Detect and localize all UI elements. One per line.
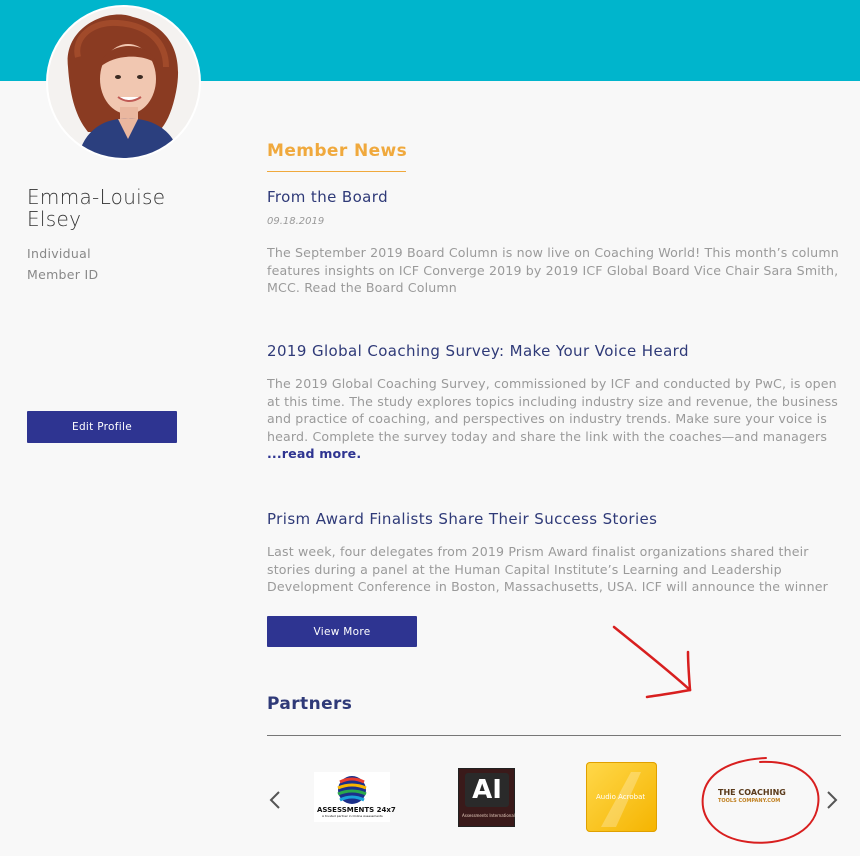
partner-tagline: Assessments International xyxy=(462,813,515,818)
profile-avatar xyxy=(48,7,199,158)
carousel-next-button[interactable] xyxy=(823,788,841,812)
member-name: Emma-Louise Elsey xyxy=(27,185,166,231)
chevron-left-icon xyxy=(269,791,280,809)
news-item-date: 09.18.2019 xyxy=(267,216,325,227)
partner-logo-assessments-international[interactable]: AI Assessments International xyxy=(458,768,515,827)
heading-underline xyxy=(267,171,406,172)
read-more-link[interactable]: ...read more. xyxy=(267,446,361,461)
partner-logo-assessments-24x7[interactable]: ASSESSMENTS 24x7 A trusted partner in On… xyxy=(314,772,396,822)
news-item-title[interactable]: Prism Award Finalists Share Their Succes… xyxy=(267,510,657,528)
partner-name-line2: TOOLS COMPANY.COM xyxy=(718,798,781,804)
news-item-title[interactable]: From the Board xyxy=(267,188,388,206)
member-type: Individual xyxy=(27,246,91,261)
acrobat-swoosh-icon xyxy=(601,772,641,827)
partner-name: AI xyxy=(465,773,509,807)
partner-name: THE COACHING xyxy=(718,788,786,797)
partner-logo-coaching-tools-company[interactable]: THE COACHING TOOLS COMPANY.COM xyxy=(712,786,802,808)
edit-profile-button[interactable]: Edit Profile xyxy=(27,411,177,443)
news-item-body: The 2019 Global Coaching Survey, commiss… xyxy=(267,375,842,467)
avatar-photo xyxy=(48,7,199,158)
news-item-body: The September 2019 Board Column is now l… xyxy=(267,245,839,295)
carousel-prev-button[interactable] xyxy=(266,788,284,812)
partner-name: ASSESSMENTS 24x7 xyxy=(317,806,396,814)
partners-heading: Partners xyxy=(267,694,353,714)
news-item-body-text: The 2019 Global Coaching Survey, commiss… xyxy=(267,376,839,444)
partner-logo-audio-acrobat[interactable]: Audio Acrobat xyxy=(586,762,657,832)
member-news-heading: Member News xyxy=(267,141,408,161)
chevron-right-icon xyxy=(827,791,838,809)
view-more-button[interactable]: View More xyxy=(267,616,417,647)
news-item-title[interactable]: 2019 Global Coaching Survey: Make Your V… xyxy=(267,342,689,360)
member-id-label: Member ID xyxy=(27,267,99,282)
news-item-body: Last week, four delegates from 2019 Pris… xyxy=(267,544,828,597)
partner-tagline: A trusted partner in Online Assessments xyxy=(322,814,383,818)
partners-divider xyxy=(267,735,841,736)
